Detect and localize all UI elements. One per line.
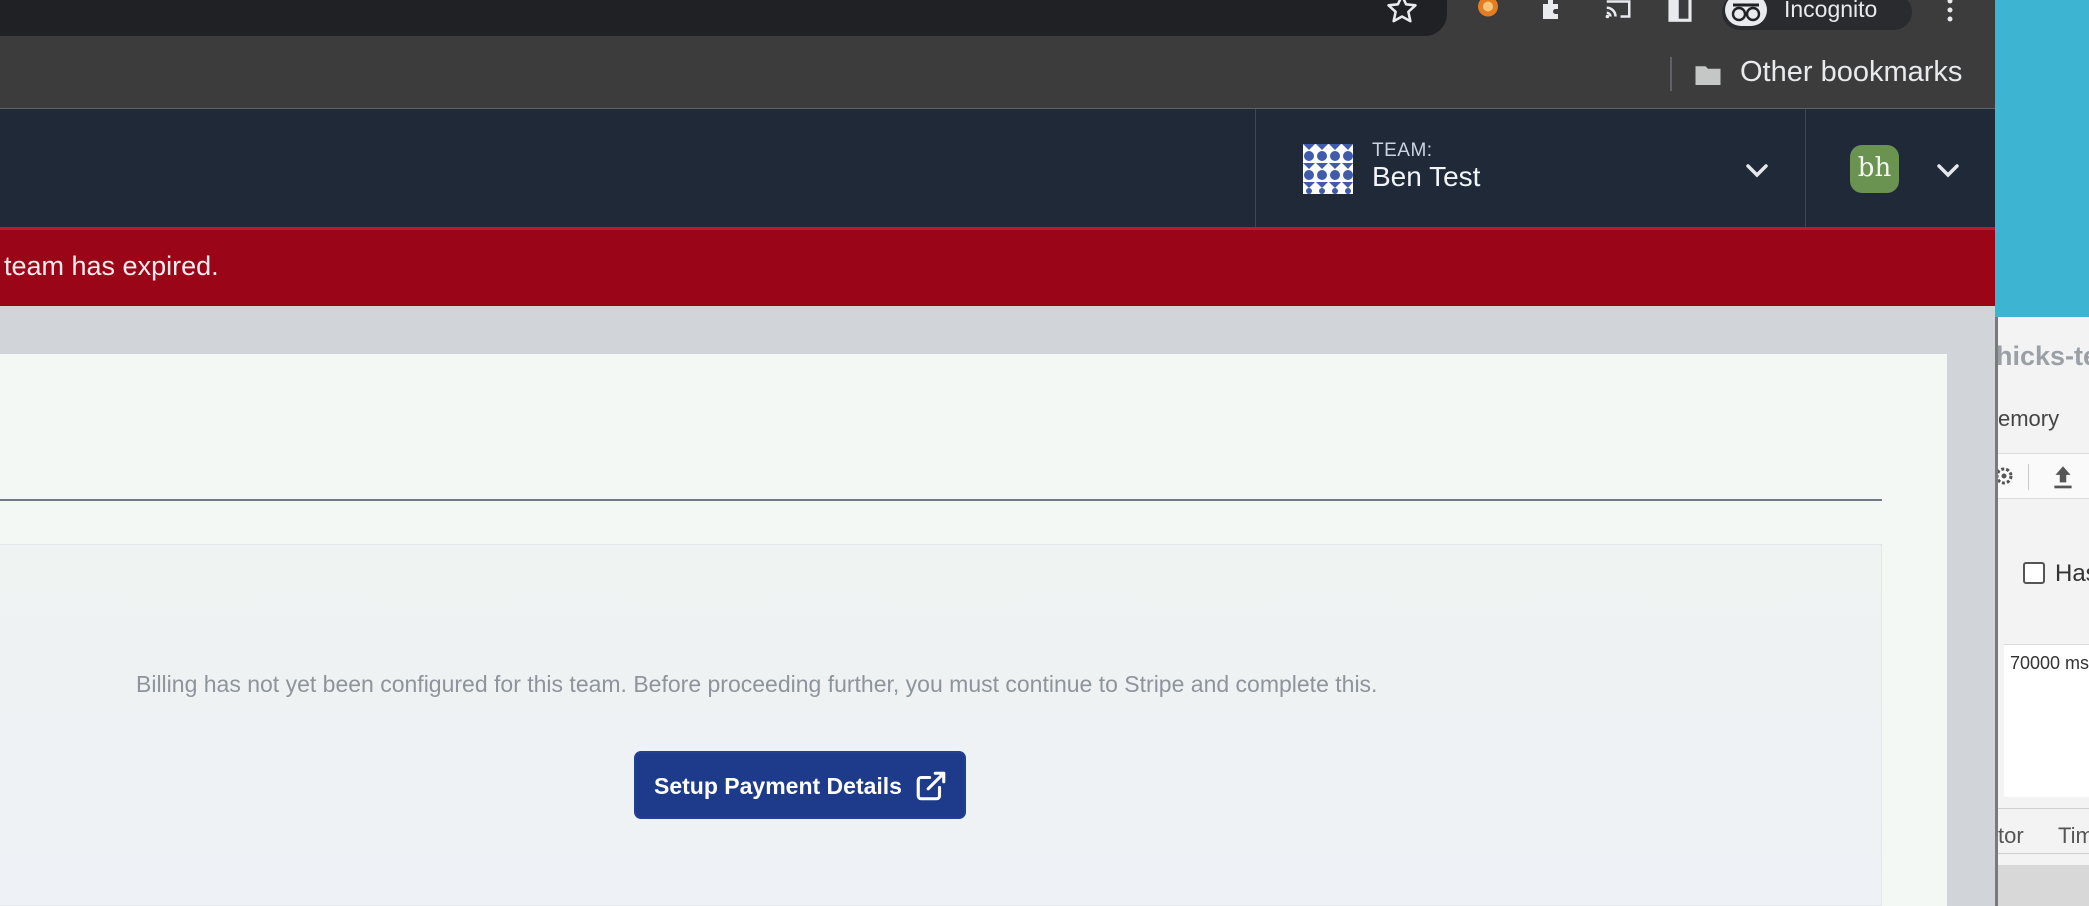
devtools-footer <box>1998 865 2089 906</box>
team-name: Ben Test <box>1372 161 1481 192</box>
chevron-down-icon[interactable] <box>1935 162 1961 180</box>
devtools-toolbar <box>1998 453 2089 499</box>
card-divider <box>0 499 1882 501</box>
setup-payment-label: Setup Payment Details <box>654 773 902 799</box>
browser-menu-icon[interactable] <box>1944 0 1956 26</box>
profile-label: Incognito <box>1784 0 1878 22</box>
chevron-down-icon[interactable] <box>1744 162 1770 180</box>
upload-icon[interactable] <box>2050 463 2076 491</box>
bookmark-star-icon[interactable] <box>1385 0 1419 26</box>
billing-card: Billing has not yet been configured for … <box>0 354 1947 906</box>
devtools-timeout-value: 70000 ms <box>2010 653 2089 673</box>
setup-payment-button[interactable]: Setup Payment Details <box>634 751 966 819</box>
external-link-icon <box>916 771 946 801</box>
folder-icon <box>1695 66 1721 85</box>
gear-icon[interactable] <box>1995 464 2016 488</box>
devtools-memory-tab[interactable]: emory <box>1998 406 2059 432</box>
incognito-profile-button[interactable]: Incognito <box>1722 0 1912 30</box>
devtools-checkbox[interactable] <box>2023 562 2045 584</box>
team-label: TEAM: <box>1372 140 1433 161</box>
team-logo-icon <box>1303 144 1353 194</box>
bookmarks-separator <box>1670 57 1672 91</box>
user-avatar[interactable]: bh <box>1850 145 1899 193</box>
app-header: TEAM: Ben Test bh <box>0 109 1995 227</box>
devtools-tab-left[interactable]: tor <box>1998 823 2024 849</box>
devtools-checkbox-label: Has <box>2055 560 2089 587</box>
billing-panel: Billing has not yet been configured for … <box>0 544 1882 906</box>
toolbar-separator <box>2028 464 2029 490</box>
expired-banner: team has expired. <box>0 227 1995 306</box>
address-bar[interactable] <box>0 0 1447 36</box>
devtools-tab-right[interactable]: Tim <box>2058 823 2089 849</box>
browser-toolbar: Incognito <box>0 0 1995 43</box>
main-content: Billing has not yet been configured for … <box>0 306 1995 906</box>
other-bookmarks-link[interactable]: Other bookmarks <box>1740 56 1962 89</box>
bookmarks-bar: Other bookmarks <box>0 43 1995 109</box>
devtools-panel: hicks-te emory Has 70000 ms tor Tim <box>1995 317 2089 906</box>
extension-fox-icon[interactable] <box>1473 0 1503 24</box>
header-divider <box>1805 109 1806 227</box>
devtools-title: hicks-te <box>1996 341 2089 371</box>
expired-banner-text: team has expired. <box>4 251 219 281</box>
extensions-puzzle-icon[interactable] <box>1538 0 1568 24</box>
reading-list-icon[interactable] <box>1665 0 1695 24</box>
header-divider <box>1255 109 1256 227</box>
billing-info-text: Billing has not yet been configured for … <box>136 671 1378 697</box>
incognito-icon <box>1725 0 1767 26</box>
cast-icon[interactable] <box>1603 0 1633 24</box>
